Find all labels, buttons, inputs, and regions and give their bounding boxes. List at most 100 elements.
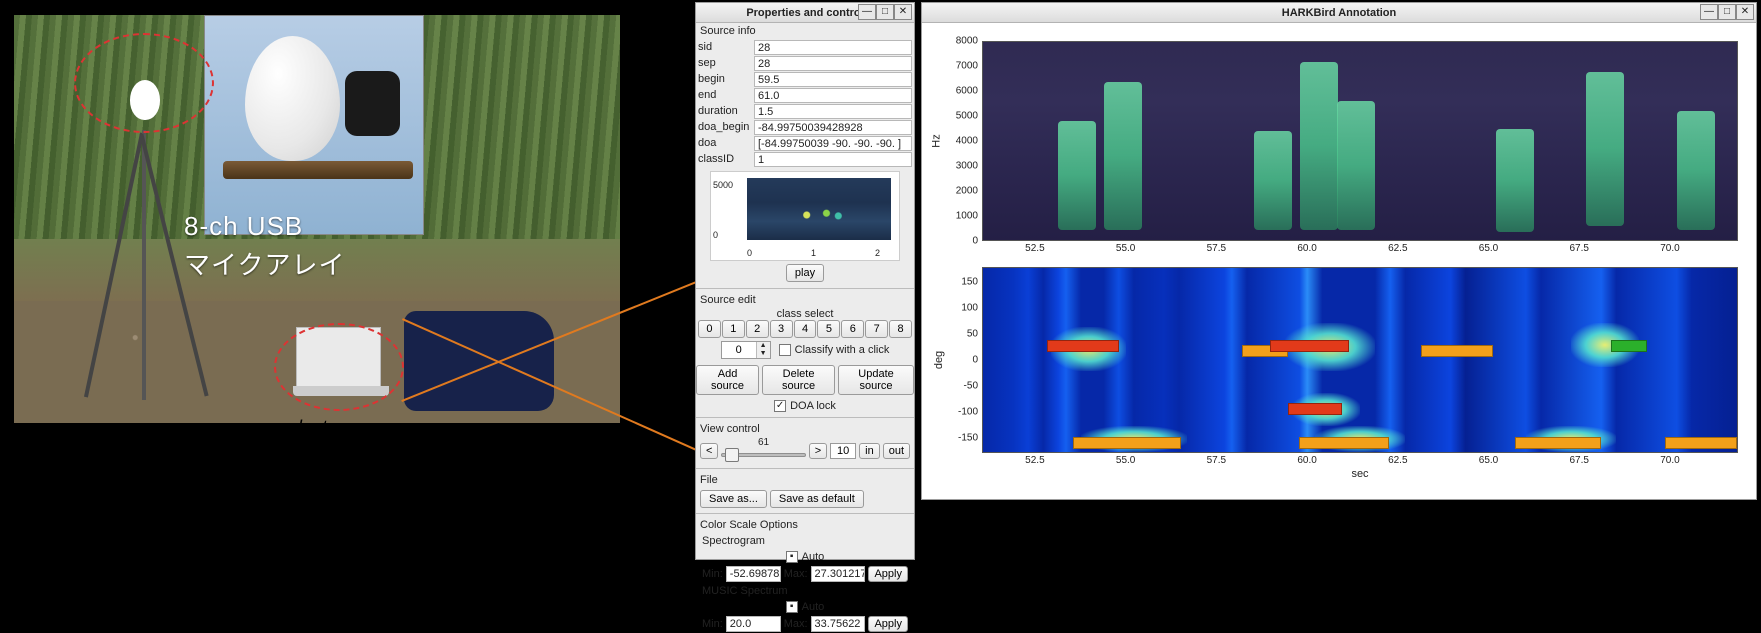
music-ytick: 50 [938, 329, 982, 340]
spectrogram-subhead: Spectrogram [696, 533, 914, 549]
value-doa-begin[interactable]: -84.99750039428928 [754, 120, 912, 135]
value-doa[interactable]: [-84.99750039 -90. -90. -90. ] [754, 136, 912, 151]
class-0[interactable]: 0 [698, 320, 721, 338]
detection[interactable] [1270, 340, 1349, 352]
music-max-input[interactable]: 33.75622 [811, 616, 866, 632]
value-begin[interactable]: 59.5 [754, 72, 912, 87]
class-3[interactable]: 3 [770, 320, 793, 338]
spec-auto-checkbox[interactable]: ▪ Auto [696, 549, 914, 565]
zoom-out-button[interactable]: out [883, 443, 910, 459]
save-as-button[interactable]: Save as... [700, 490, 767, 508]
spinner-down-icon[interactable]: ▼ [757, 350, 770, 358]
detection[interactable] [1299, 437, 1389, 449]
mini-xtick: 1 [811, 248, 816, 258]
music-min-label: Min: [702, 618, 723, 630]
zoom-in-button[interactable]: in [859, 443, 880, 459]
music-auto-checkbox[interactable]: ▪ Auto [696, 599, 914, 615]
spec-xtick: 67.5 [1570, 241, 1589, 254]
mini-spectrogram-plot [747, 178, 891, 240]
label-doa: doa [698, 137, 752, 149]
spec-xtick: 52.5 [1025, 241, 1044, 254]
checkbox-icon[interactable] [779, 344, 791, 356]
checkbox-icon[interactable]: ▪ [786, 551, 798, 563]
music-xtick: 70.0 [1660, 453, 1679, 466]
play-button[interactable]: play [786, 264, 824, 282]
music-min-input[interactable]: 20.0 [726, 616, 781, 632]
maximize-button[interactable]: □ [1718, 4, 1736, 20]
class-7[interactable]: 7 [865, 320, 888, 338]
spec-ytick: 1000 [938, 211, 982, 222]
class-spinner-value[interactable] [722, 342, 756, 358]
music-ytick: 100 [938, 303, 982, 314]
mic-array-egg [245, 36, 340, 161]
delete-source-button[interactable]: Delete source [762, 365, 835, 395]
close-button[interactable]: ✕ [894, 4, 912, 20]
spec-plotarea[interactable] [982, 41, 1738, 241]
value-classid[interactable]: 1 [754, 152, 912, 167]
update-source-button[interactable]: Update source [838, 365, 914, 395]
row-sid: sid 28 [696, 39, 914, 55]
titlebar[interactable]: HARKBird Annotation — □ ✕ [922, 3, 1756, 23]
class-spinner[interactable]: ▲▼ [721, 341, 771, 359]
doa-lock-checkbox[interactable]: ✓ DOA lock [696, 398, 914, 414]
equipment-bag [404, 311, 554, 411]
music-apply-button[interactable]: Apply [868, 616, 908, 632]
class-8[interactable]: 8 [889, 320, 912, 338]
spec-ytick: 4000 [938, 136, 982, 147]
spectrogram-chart[interactable]: Hz 8000 7000 6000 5000 4000 3000 2000 10… [982, 41, 1738, 241]
classify-click-checkbox[interactable]: Classify with a click [779, 341, 890, 359]
prev-button[interactable]: < [700, 443, 718, 459]
detection[interactable] [1665, 437, 1737, 449]
class-1[interactable]: 1 [722, 320, 745, 338]
spinner-up-icon[interactable]: ▲ [757, 342, 770, 350]
spec-xtick: 62.5 [1388, 241, 1407, 254]
row-duration: duration 1.5 [696, 103, 914, 119]
spec-min-input[interactable]: -52.6987828 [726, 566, 781, 582]
spec-apply-button[interactable]: Apply [868, 566, 908, 582]
checkbox-icon[interactable]: ▪ [786, 601, 798, 613]
detection[interactable] [1288, 403, 1342, 415]
music-xtick: 65.0 [1479, 453, 1498, 466]
class-6[interactable]: 6 [841, 320, 864, 338]
value-sep[interactable]: 28 [754, 56, 912, 71]
music-ytick: -50 [938, 380, 982, 391]
save-default-button[interactable]: Save as default [770, 490, 864, 508]
close-button[interactable]: ✕ [1736, 4, 1754, 20]
minimize-button[interactable]: — [858, 4, 876, 20]
class-5[interactable]: 5 [817, 320, 840, 338]
maximize-button[interactable]: □ [876, 4, 894, 20]
spec-max-label: Max: [784, 568, 808, 580]
detection[interactable] [1611, 340, 1647, 352]
music-ytick: -150 [938, 432, 982, 443]
detection[interactable] [1515, 437, 1601, 449]
value-duration[interactable]: 1.5 [754, 104, 912, 119]
classify-click-label: Classify with a click [795, 344, 890, 356]
music-spectrum-chart[interactable]: deg [982, 267, 1738, 453]
detection[interactable] [1421, 345, 1493, 357]
row-end: end 61.0 [696, 87, 914, 103]
minimize-button[interactable]: — [1700, 4, 1718, 20]
next-button[interactable]: > [809, 443, 827, 459]
titlebar[interactable]: Properties and control — □ ✕ [696, 3, 914, 23]
window-title: HARKBird Annotation [922, 7, 1756, 19]
section-source-edit: Source edit [696, 292, 914, 308]
class-2[interactable]: 2 [746, 320, 769, 338]
window-size-input[interactable] [830, 443, 856, 459]
time-slider[interactable]: 61 [721, 439, 805, 463]
detection[interactable] [1047, 340, 1119, 352]
wood-board [223, 161, 413, 179]
doa-lock-label: DOA lock [790, 400, 836, 412]
class-4[interactable]: 4 [794, 320, 817, 338]
spec-max-input[interactable]: 27.30121710 [811, 566, 866, 582]
spec-xtick: 60.0 [1297, 241, 1316, 254]
label-duration: duration [698, 105, 752, 117]
value-end[interactable]: 61.0 [754, 88, 912, 103]
row-sep: sep 28 [696, 55, 914, 71]
spec-ytick: 8000 [938, 36, 982, 47]
add-source-button[interactable]: Add source [696, 365, 759, 395]
music-plotarea[interactable] [982, 267, 1738, 453]
detection[interactable] [1073, 437, 1181, 449]
checkbox-checked-icon[interactable]: ✓ [774, 400, 786, 412]
mini-spectrogram: 5000 0 0 1 2 [710, 171, 900, 261]
value-sid[interactable]: 28 [754, 40, 912, 55]
